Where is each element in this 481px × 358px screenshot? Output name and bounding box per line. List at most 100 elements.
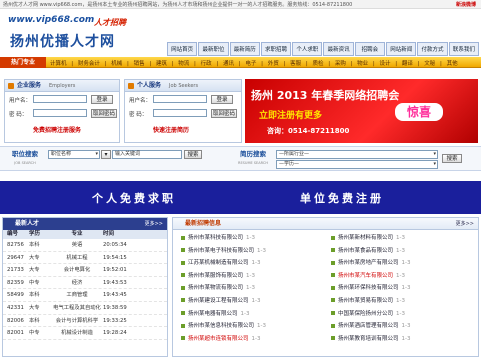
- job-search-type-picker[interactable]: ▾: [101, 150, 111, 159]
- job-search-button[interactable]: 搜索: [184, 150, 202, 159]
- nav-item-recruit[interactable]: 求职招聘: [260, 42, 292, 56]
- talent-row[interactable]: 82001 中专 机械设计制造 19:28:24: [3, 327, 167, 340]
- company-link[interactable]: 扬州市某贸易有限公司 1-3: [331, 295, 477, 308]
- site-intro-text: 扬州优才人才网 www.vip668.com，是扬州本土专业的扬州招聘网站，为扬…: [3, 2, 353, 8]
- seeker-username-input[interactable]: [153, 95, 207, 103]
- employer-getpass-button[interactable]: 取回密码: [91, 109, 117, 118]
- latest-talent-header: 最新人才 更多>>: [3, 218, 167, 230]
- job-search-type-select[interactable]: 职位名称: [48, 150, 100, 159]
- talent-cell: 电气工程及其自动化: [53, 304, 101, 311]
- company-link[interactable]: 扬州市某房地产有限公司 1-3: [331, 257, 477, 270]
- talent-cell: 19:54:15: [103, 254, 127, 261]
- company-link[interactable]: 扬州市某物流有限公司 1-3: [181, 282, 327, 295]
- hot-category-item[interactable]: 销售 |: [134, 61, 156, 67]
- site-logo[interactable]: www.vip668.com 人才招聘 扬州优播人才网: [6, 11, 156, 55]
- talent-cell: 20:05:34: [103, 242, 127, 248]
- nav-item-resumes[interactable]: 最新简历: [229, 42, 260, 56]
- hot-category-item[interactable]: 其他: [447, 61, 458, 67]
- talent-cell: 29647: [7, 254, 24, 261]
- nav-item-payment[interactable]: 付款方式: [417, 42, 448, 56]
- hot-category-item[interactable]: 客服 |: [290, 61, 312, 67]
- company-link[interactable]: 扬州市某服饰有限公司 1-3: [181, 270, 327, 283]
- job-keyword-input[interactable]: 输入关键词: [112, 150, 182, 159]
- nav-item-seek[interactable]: 个人求职: [292, 42, 323, 56]
- talent-row[interactable]: 21733 大专 会计电算化 19:52:01: [3, 264, 167, 277]
- company-link[interactable]: 江苏某机械制造有限公司 1-3: [181, 257, 327, 270]
- company-name: 扬州某环保科技有限公司: [338, 285, 399, 292]
- talent-row[interactable]: 42331 大专 电气工程及其自动化 19:38:59: [3, 302, 167, 315]
- hot-category-item[interactable]: 外贸 |: [268, 61, 290, 67]
- talent-cell: 82001: [7, 330, 24, 337]
- company-link[interactable]: 中国某保险扬州分公司 1-3: [331, 308, 477, 321]
- talent-row[interactable]: 29647 大专 机械工程 19:54:15: [3, 252, 167, 265]
- nav-item-jobs[interactable]: 最新职位: [198, 42, 229, 56]
- company-link[interactable]: 扬州某酒店管理有限公司 1-3: [331, 320, 477, 333]
- nav-item-home[interactable]: 网站首页: [167, 42, 198, 56]
- hot-category-item[interactable]: 财务会计 |: [78, 61, 111, 67]
- hot-category-item[interactable]: 通讯 |: [223, 61, 245, 67]
- hot-category-list[interactable]: 计算机 | 财务会计 | 机械 | 销售 | 建筑 | 物流 | 行政 | 通讯…: [50, 59, 458, 67]
- talent-row[interactable]: 82359 中专 经济 19:43:53: [3, 277, 167, 290]
- company-link[interactable]: 扬州市某汽车有限公司 1-3: [331, 270, 477, 283]
- employer-password-input[interactable]: [33, 109, 87, 117]
- talent-cell: 19:28:24: [103, 330, 127, 337]
- employer-username-input[interactable]: [33, 95, 87, 103]
- company-link[interactable]: 扬州某教育培训有限公司 1-3: [331, 333, 477, 346]
- company-name: 扬州市某房地产有限公司: [338, 260, 399, 267]
- company-date: 1-3: [396, 247, 405, 254]
- hot-category-item[interactable]: 物流 |: [178, 61, 200, 67]
- company-date: 1-3: [396, 235, 405, 241]
- hot-category-item[interactable]: 机械 |: [111, 61, 133, 67]
- seeker-password-input[interactable]: [153, 109, 207, 117]
- talent-more-link[interactable]: 更多>>: [145, 218, 163, 230]
- company-link[interactable]: 扬州某环保科技有限公司 1-3: [331, 282, 477, 295]
- seeker-box-header: 个人服务 Job Seekers: [125, 80, 241, 92]
- hot-category-item[interactable]: 电子 |: [245, 61, 267, 67]
- jobs-more-link[interactable]: 更多>>: [456, 218, 474, 230]
- hot-category-item[interactable]: 计算机 |: [50, 61, 78, 67]
- talent-cell: 本科: [29, 242, 40, 248]
- seeker-register-link[interactable]: 快速注册简历: [153, 125, 189, 134]
- seeker-login-button[interactable]: 登录: [211, 95, 233, 104]
- talent-row[interactable]: 58499 本科 工商管理 19:43:45: [3, 289, 167, 302]
- hot-category-item[interactable]: 物业 |: [357, 61, 379, 67]
- logo-name: 扬州优播人才网: [10, 34, 115, 50]
- resume-search-button[interactable]: 搜索: [442, 154, 462, 163]
- employer-login-button[interactable]: 登录: [91, 95, 113, 104]
- hot-category-item[interactable]: 行政 |: [201, 61, 223, 67]
- company-link[interactable]: 扬州市某信息科技有限公司 1-3: [181, 320, 327, 333]
- nav-item-fair[interactable]: 招聘会: [354, 42, 386, 56]
- company-link[interactable]: 扬州某电器有限公司 1-3: [181, 308, 327, 321]
- nav-item-site-news[interactable]: 网站新闻: [386, 42, 417, 56]
- hot-category-item[interactable]: 翻译 |: [402, 61, 424, 67]
- talent-row[interactable]: 82006 本科 会计与计算机科学 19:33:25: [3, 315, 167, 328]
- hot-category-item[interactable]: 文秘 |: [424, 61, 446, 67]
- hot-category-item[interactable]: 设计 |: [380, 61, 402, 67]
- company-link[interactable]: 扬州市某电子科技有限公司 1-3: [181, 245, 327, 258]
- company-link[interactable]: 扬州某超市连锁有限公司 1-3: [181, 333, 327, 346]
- hot-category-item[interactable]: 质检 |: [312, 61, 334, 67]
- company-link[interactable]: 扬州某新材料有限公司 1-3: [331, 232, 477, 245]
- free-employer-register-link[interactable]: 单位免费注册: [300, 190, 384, 206]
- resume-industry-select[interactable]: —所属行业—: [276, 150, 438, 159]
- hot-category-item[interactable]: 采购 |: [335, 61, 357, 67]
- seeker-pass-label: 密 码：: [129, 112, 148, 118]
- talent-row[interactable]: 82756 本科 英语 20:05:34: [3, 239, 167, 252]
- resume-education-select[interactable]: —学历—: [276, 160, 438, 169]
- company-date: 1-3: [401, 260, 411, 267]
- free-job-seeking-link[interactable]: 个人免费求职: [92, 190, 176, 206]
- company-name: 扬州某建设工程有限公司: [188, 297, 249, 304]
- talent-cell: 19:43:53: [103, 279, 127, 286]
- company-name: 中国某保险扬州分公司: [338, 310, 394, 317]
- hot-category-item[interactable]: 建筑 |: [156, 61, 178, 67]
- company-link[interactable]: 扬州市某食品有限公司 1-3: [331, 245, 477, 258]
- company-link[interactable]: 扬州某建设工程有限公司 1-3: [181, 295, 327, 308]
- nav-item-contact[interactable]: 联系我们: [448, 42, 479, 56]
- employer-register-link[interactable]: 免费招聘注册服务: [33, 125, 81, 134]
- company-link[interactable]: 扬州市某科技有限公司 1-3: [181, 232, 327, 245]
- seeker-getpass-button[interactable]: 取回密码: [211, 109, 237, 118]
- company-date: 1-3: [401, 323, 411, 330]
- job-fair-banner[interactable]: 扬州 2013 年春季网络招聘会 立即注册有更多 惊喜 咨询：0514-8721…: [245, 79, 478, 143]
- weibo-link[interactable]: 新浪微博: [456, 1, 476, 8]
- nav-item-news[interactable]: 最新资讯: [323, 42, 354, 56]
